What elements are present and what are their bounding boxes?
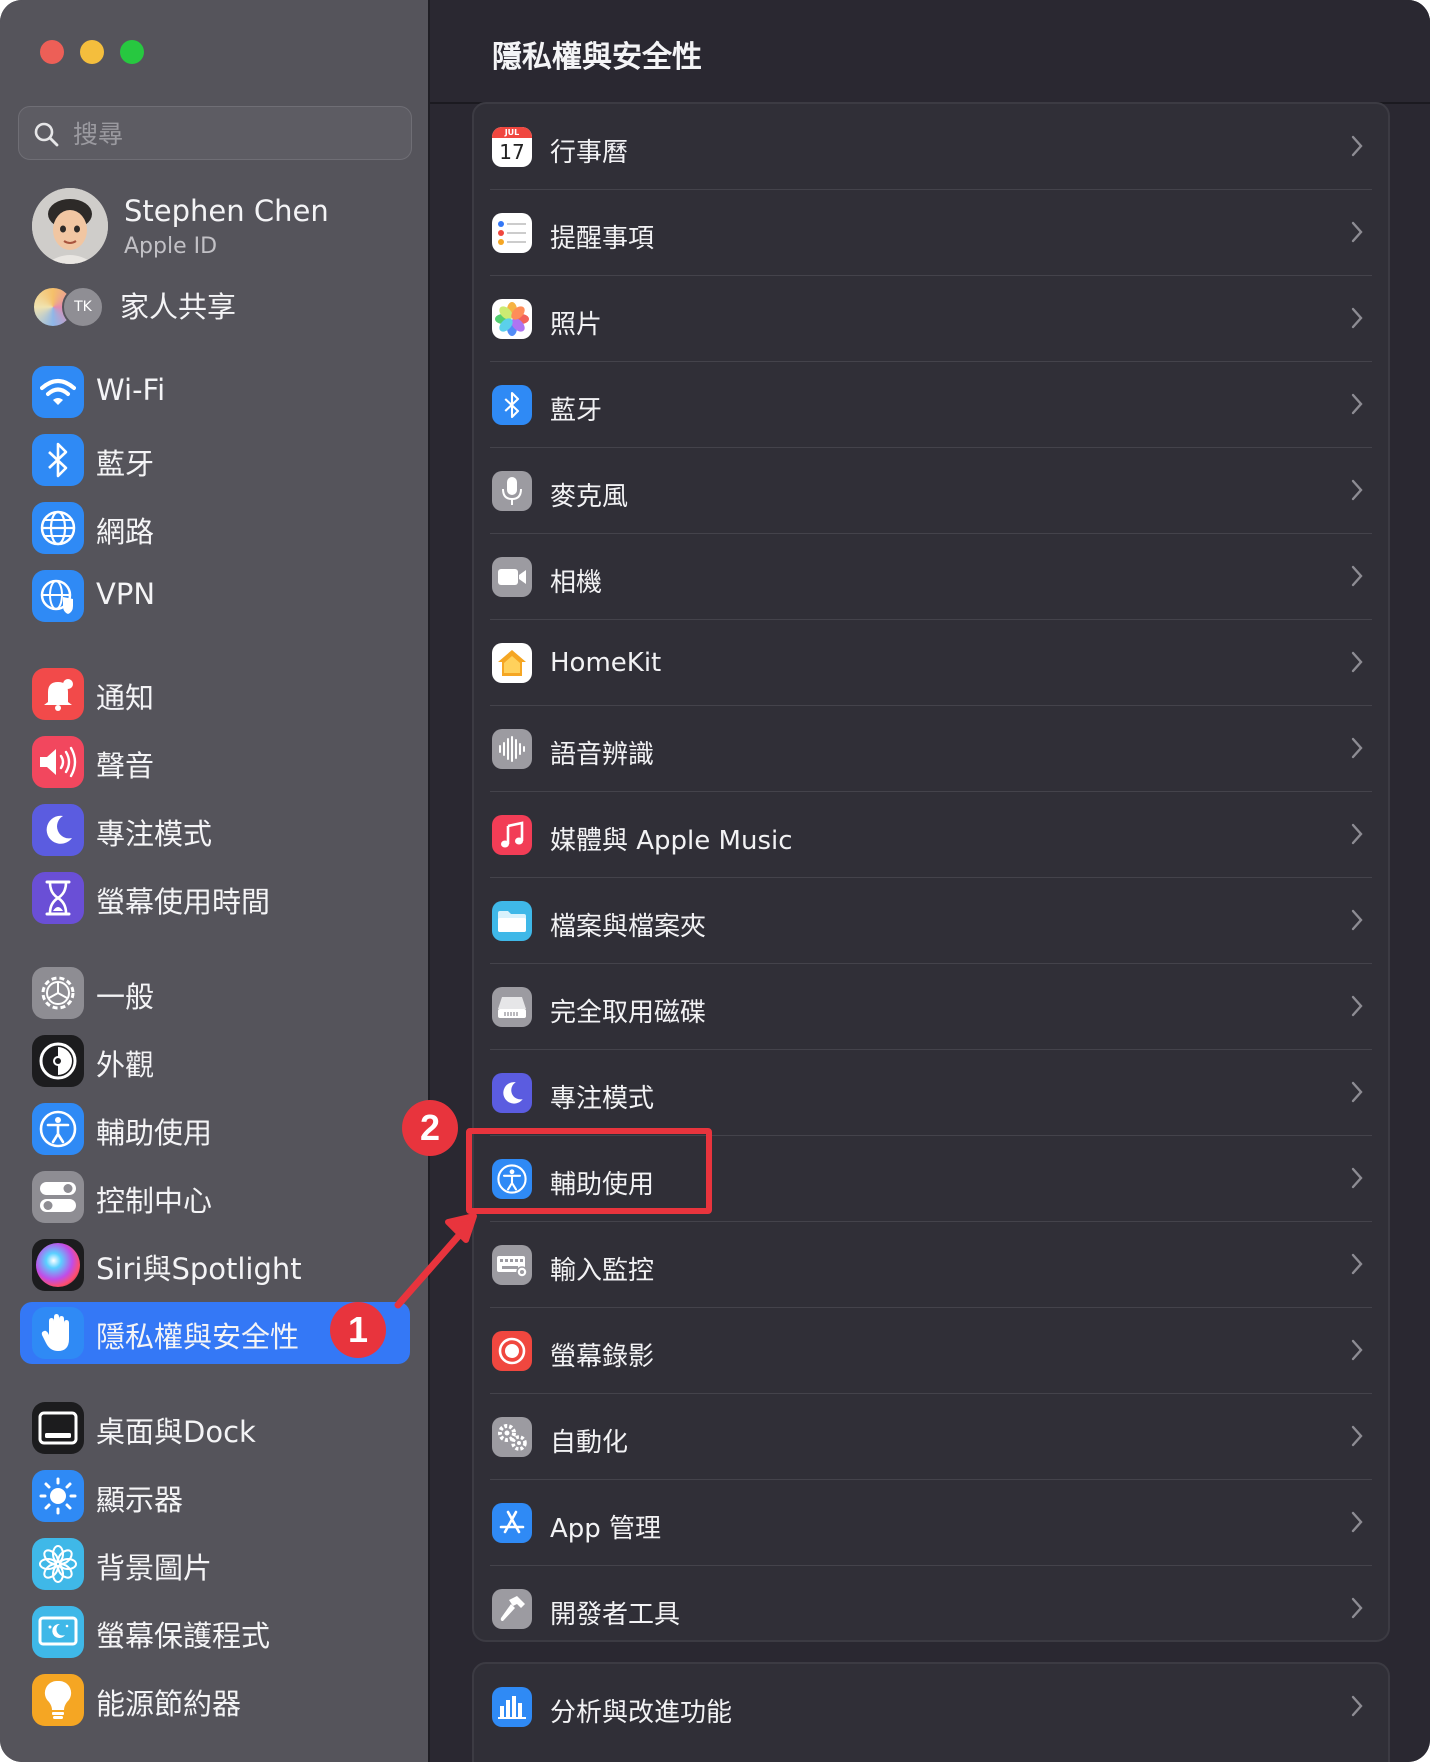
system-settings-window: Stephen Chen Apple ID TK 家人共享 Wi-Fi 藍牙 網… — [0, 0, 1430, 1762]
annotation-step-1-badge: 1 — [330, 1302, 386, 1358]
annotation-step-2-badge: 2 — [402, 1100, 458, 1156]
annotation-highlight-box — [466, 1128, 712, 1214]
annotation-arrow — [394, 1213, 477, 1309]
